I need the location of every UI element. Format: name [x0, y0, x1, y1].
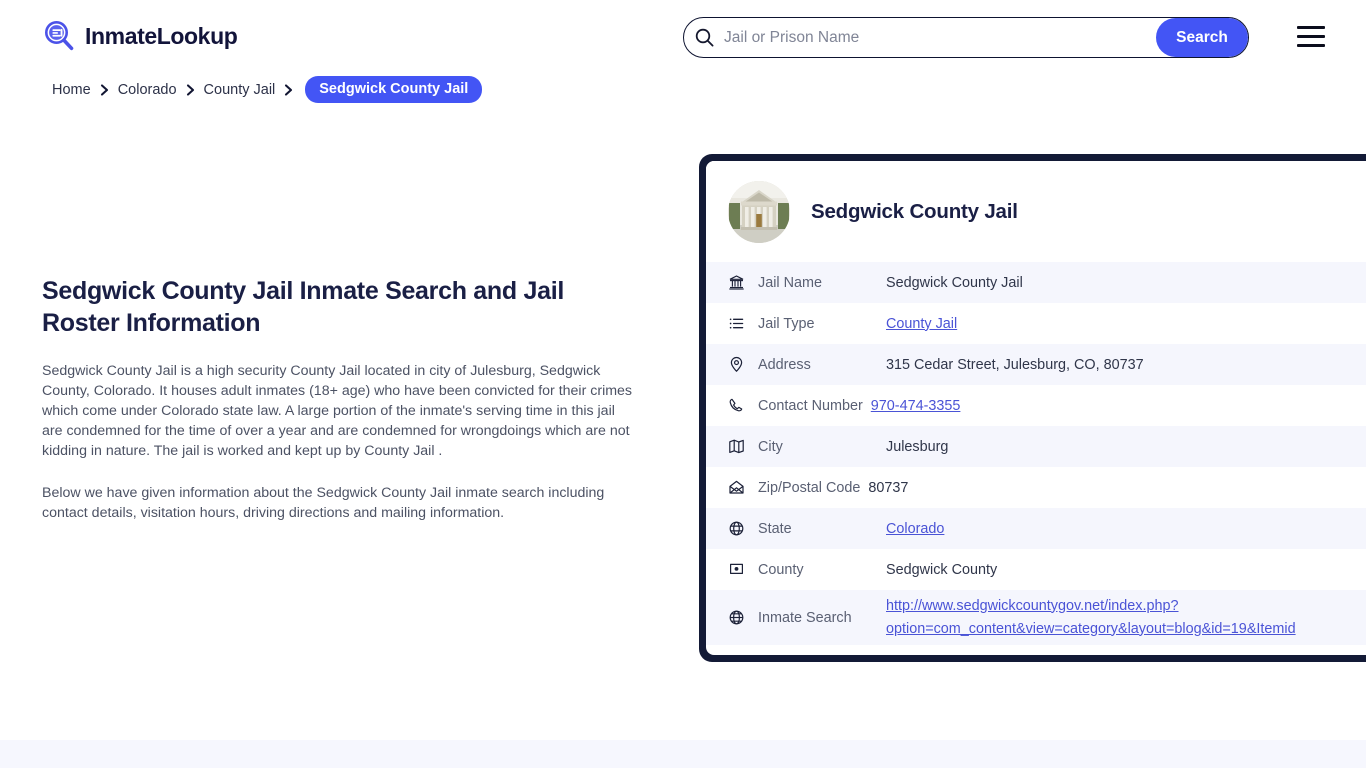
- table-row: Zip/Postal Code 80737: [706, 467, 1366, 508]
- chevron-right-icon: [186, 83, 195, 96]
- phone-icon: [728, 397, 758, 414]
- bank-icon: [728, 274, 758, 291]
- inmate-search-url-line-2[interactable]: option=com_content&view=category&layout=…: [886, 621, 1296, 637]
- page-title: Sedgwick County Jail Inmate Search and J…: [42, 277, 565, 337]
- search-button[interactable]: Search: [1156, 18, 1248, 57]
- table-row: Address 315 Cedar Street, Julesburg, CO,…: [706, 344, 1366, 385]
- description-paragraph-2: Below we have given information about th…: [42, 485, 605, 521]
- row-label: City: [758, 438, 783, 455]
- table-row-inmate-search: Inmate Search http://www.sedgwickcountyg…: [706, 590, 1366, 645]
- chevron-right-icon: [100, 83, 109, 96]
- hamburger-line: [1297, 26, 1325, 29]
- envelope-icon: [728, 479, 758, 496]
- list-icon: [728, 315, 758, 332]
- table-row: State Colorado: [706, 508, 1366, 549]
- jail-type-link[interactable]: County Jail: [886, 316, 957, 332]
- row-label: Address: [758, 356, 811, 373]
- row-value: 315 Cedar Street, Julesburg, CO, 80737: [886, 356, 1144, 373]
- search-bar[interactable]: Search: [683, 17, 1249, 58]
- footer-band: [0, 740, 1366, 768]
- table-row: Jail Name Sedgwick County Jail: [706, 262, 1366, 303]
- contact-number-link[interactable]: 970-474-3355: [871, 398, 961, 414]
- breadcrumb-item-home[interactable]: Home: [52, 82, 91, 98]
- courthouse-building-photo: [728, 180, 790, 243]
- row-label: Contact Number: [758, 397, 863, 414]
- inmate-search-url-line-1[interactable]: http://www.sedgwickcountygov.net/index.p…: [886, 598, 1179, 614]
- row-label: Jail Type: [758, 315, 815, 332]
- card-header: Sedgwick County Jail: [706, 161, 1366, 262]
- search-input[interactable]: [724, 18, 1156, 57]
- globe-icon: [728, 609, 758, 626]
- hamburger-line: [1297, 44, 1325, 47]
- row-value: Sedgwick County: [886, 561, 998, 578]
- table-row: Contact Number 970-474-3355: [706, 385, 1366, 426]
- magnifier-logo-icon: [42, 19, 76, 53]
- row-label: State: [758, 520, 792, 537]
- breadcrumb-item-county-jail[interactable]: County Jail: [204, 82, 276, 98]
- breadcrumb-item-colorado[interactable]: Colorado: [118, 82, 177, 98]
- breadcrumb: Home Colorado County Jail Sedgwick Count…: [52, 76, 483, 103]
- table-row: Jail Type County Jail: [706, 303, 1366, 344]
- row-label: Inmate Search: [758, 609, 852, 626]
- table-row: City Julesburg: [706, 426, 1366, 467]
- logo-text: InmateLookup: [85, 22, 238, 49]
- row-label: Jail Name: [758, 274, 822, 291]
- map-icon: [728, 438, 758, 455]
- row-value: Julesburg: [886, 438, 949, 455]
- site-logo[interactable]: InmateLookup: [42, 19, 238, 53]
- jail-info-card: Sedgwick County Jail Jail Name Sedgwick …: [699, 154, 1366, 662]
- description-paragraph-1: Sedgwick County Jail is a high security …: [42, 363, 633, 459]
- map-pin-icon: [728, 356, 758, 373]
- inmate-search-link[interactable]: http://www.sedgwickcountygov.net/index.p…: [886, 595, 1296, 641]
- main-content: Sedgwick County Jail Inmate Search and J…: [42, 275, 642, 523]
- site-header: InmateLookup Search: [0, 0, 1366, 74]
- flag-pin-icon: [728, 561, 758, 578]
- card-title: Sedgwick County Jail: [811, 199, 1018, 223]
- state-link[interactable]: Colorado: [886, 521, 944, 537]
- search-icon: [684, 18, 724, 57]
- jail-details-table: Jail Name Sedgwick County Jail Jail Type: [706, 262, 1366, 645]
- hamburger-line: [1297, 35, 1325, 38]
- row-label: County: [758, 561, 804, 578]
- row-label: Zip/Postal Code: [758, 479, 861, 496]
- row-value: 80737: [868, 479, 909, 496]
- globe-grid-icon: [728, 520, 758, 537]
- chevron-right-icon: [284, 83, 293, 96]
- table-row: County Sedgwick County: [706, 549, 1366, 590]
- row-value: Sedgwick County Jail: [886, 274, 1023, 291]
- breadcrumb-current: Sedgwick County Jail: [305, 76, 483, 103]
- hamburger-menu-icon[interactable]: [1297, 26, 1325, 47]
